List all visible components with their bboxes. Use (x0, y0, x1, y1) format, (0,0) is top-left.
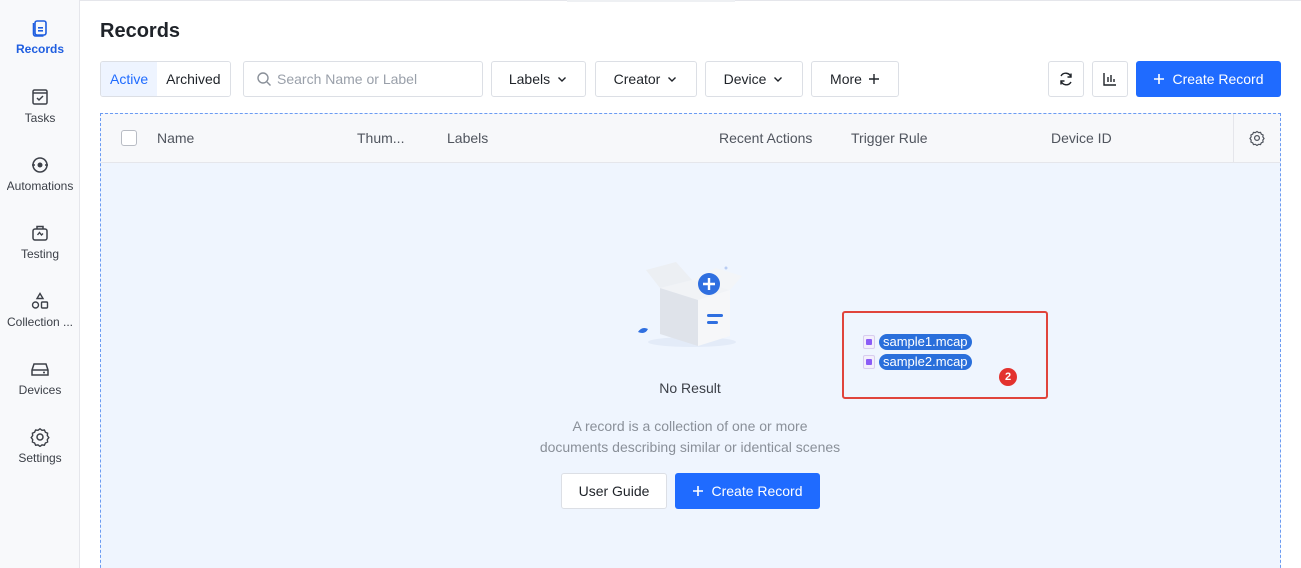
refresh-button[interactable] (1048, 61, 1084, 97)
sidebar-item-devices[interactable]: Devices (0, 359, 80, 423)
statistics-button[interactable] (1092, 61, 1128, 97)
dragged-file-name: sample2.mcap (879, 354, 972, 370)
sidebar-item-testing[interactable]: Testing (0, 223, 80, 287)
device-filter[interactable]: Device (705, 61, 803, 97)
sidebar-item-label: Collection ... (6, 315, 74, 329)
sidebar-item-label: Automations (6, 179, 74, 193)
collection-icon (31, 292, 49, 309)
search-icon (257, 72, 271, 86)
create-record-label: Create Record (1172, 71, 1264, 87)
sidebar-item-automations[interactable]: Automations (0, 155, 80, 219)
mcap-file-icon (863, 355, 875, 369)
empty-create-record-button[interactable]: Create Record (675, 473, 820, 509)
plus-icon (693, 486, 704, 496)
chevron-down-icon (558, 77, 567, 82)
labels-filter[interactable]: Labels (491, 61, 586, 97)
sidebar-item-settings[interactable]: Settings (0, 427, 80, 491)
tasks-icon (32, 89, 48, 105)
gear-icon (1249, 130, 1265, 146)
empty-box-illustration (638, 262, 742, 347)
sidebar: Records Tasks Automations Testing Collec… (0, 0, 80, 568)
plus-icon (868, 74, 879, 84)
sidebar-item-label: Tasks (24, 111, 56, 125)
sidebar-item-label: Devices (18, 383, 62, 397)
search-input[interactable] (277, 71, 477, 87)
creator-filter[interactable]: Creator (595, 61, 697, 97)
sidebar-item-records[interactable]: Records (0, 18, 80, 82)
sidebar-item-label: Testing (20, 247, 60, 261)
create-record-label: Create Record (711, 483, 803, 499)
column-header-thumbnail[interactable]: Thum... (357, 130, 404, 146)
column-header-device-id[interactable]: Device ID (1051, 130, 1112, 146)
mcap-file-icon (863, 335, 875, 349)
empty-state-description: A record is a collection of one or more … (520, 416, 860, 458)
dragged-file-item[interactable]: sample2.mcap (863, 354, 972, 370)
more-filters-button[interactable]: More (811, 61, 899, 97)
refresh-icon (1060, 72, 1072, 86)
dragged-file-item[interactable]: sample1.mcap (863, 334, 972, 350)
automations-icon (32, 157, 48, 173)
create-record-button[interactable]: Create Record (1136, 61, 1281, 97)
page-title: Records (100, 20, 181, 42)
bar-chart-icon (1103, 73, 1116, 86)
top-notch (567, 0, 735, 2)
empty-desc-line1: A record is a collection of one or more (572, 418, 808, 434)
drag-count-badge: 2 (999, 368, 1017, 386)
empty-state-title: No Result (659, 380, 721, 396)
table-header: Name Thum... Labels Recent Actions Trigg… (101, 114, 1280, 163)
dragged-file-name: sample1.mcap (879, 334, 972, 350)
column-header-trigger-rule[interactable]: Trigger Rule (851, 130, 928, 146)
select-all-checkbox[interactable] (121, 130, 137, 146)
chevron-down-icon (774, 77, 783, 82)
chevron-down-icon (668, 77, 677, 82)
testing-icon (32, 225, 48, 241)
tab-archived[interactable]: Archived (157, 62, 230, 96)
plus-icon (1154, 74, 1165, 84)
records-icon (32, 20, 47, 37)
user-guide-button[interactable]: User Guide (561, 473, 667, 509)
sidebar-item-tasks[interactable]: Tasks (0, 87, 80, 151)
more-filters-label: More (830, 71, 862, 87)
sidebar-item-label: Records (15, 42, 65, 56)
status-tabs: Active Archived (100, 61, 231, 97)
creator-filter-label: Creator (613, 71, 661, 87)
column-header-recent-actions[interactable]: Recent Actions (719, 130, 812, 146)
column-header-name[interactable]: Name (157, 130, 194, 146)
labels-filter-label: Labels (508, 71, 551, 87)
gear-icon (30, 427, 50, 447)
sidebar-item-collection[interactable]: Collection ... (0, 291, 80, 355)
column-settings-button[interactable] (1233, 114, 1280, 162)
sidebar-item-label: Settings (18, 451, 62, 465)
tab-active[interactable]: Active (101, 62, 158, 96)
column-header-labels[interactable]: Labels (447, 130, 488, 146)
empty-desc-line2: documents describing similar or identica… (539, 439, 841, 455)
device-filter-label: Device (723, 71, 767, 87)
search-box (243, 61, 483, 97)
devices-icon (31, 363, 49, 376)
